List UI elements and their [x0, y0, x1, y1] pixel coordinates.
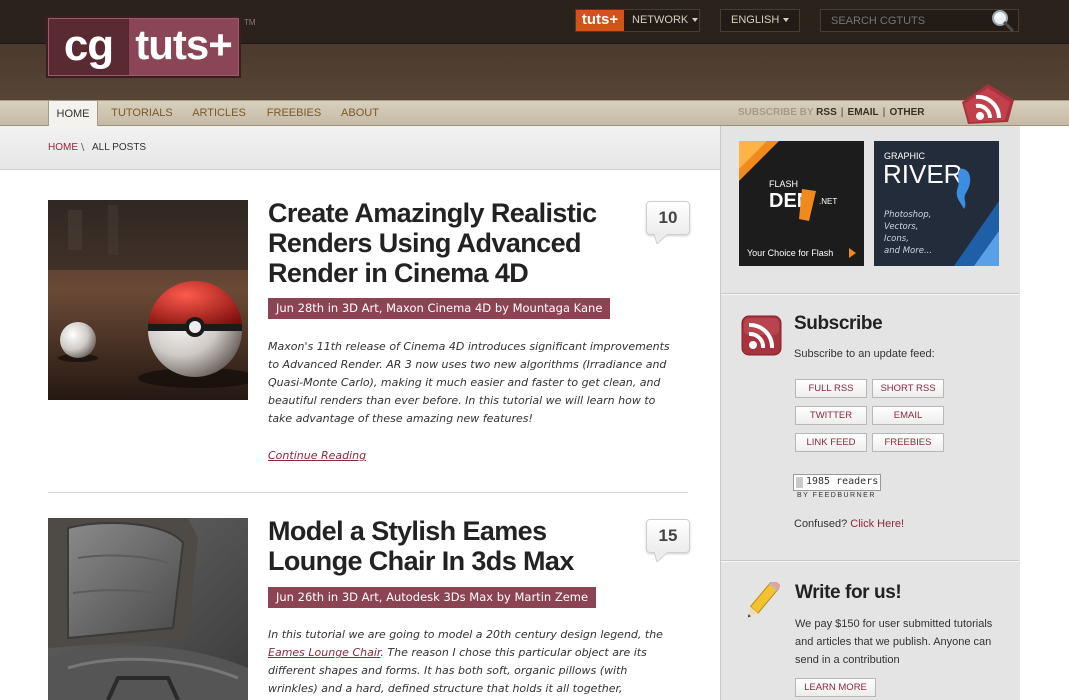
continue-reading-link[interactable]: Continue Reading [268, 449, 366, 462]
nav-tutorials[interactable]: TUTORIALS [108, 100, 176, 126]
post-excerpt: Maxon's 11th release of Cinema 4D introd… [268, 340, 670, 425]
post-meta: Jun 28th in 3D Art, Maxon Cinema 4D by M… [268, 298, 611, 319]
ad-dotnet-text: .NET [819, 197, 837, 206]
email-button[interactable]: EMAIL [872, 406, 944, 425]
ad-flash-text: FLASH [769, 179, 798, 189]
sidebar-divider [721, 294, 1019, 295]
link-feed-button[interactable]: LINK FEED [795, 433, 867, 452]
comment-count: 10 [658, 208, 678, 227]
logo-cg: cg [49, 19, 128, 75]
search-icon[interactable] [990, 8, 1014, 32]
subscribe-description: Subscribe to an update feed: [794, 348, 935, 360]
ad-line-3: Icons, [884, 234, 909, 244]
graphicriver-ad[interactable]: GRAPHIC RIVER Photoshop, Vectors, Icons,… [874, 141, 999, 266]
ad-tagline: Your Choice for Flash [747, 248, 833, 258]
network-dropdown[interactable]: tuts+ NETWORK [575, 9, 700, 32]
twitter-button[interactable]: TWITTER [795, 406, 867, 425]
network-label: NETWORK [632, 14, 689, 26]
post-excerpt: In this tutorial we are going to model a… [268, 628, 663, 695]
subscribe-by-links: SUBSCRIBE BY RSS | EMAIL | OTHER [738, 107, 925, 118]
feedburner-label: BY FEEDBURNER [797, 492, 876, 499]
breadcrumb-separator: \ [81, 142, 85, 153]
nav-articles[interactable]: ARTICLES [189, 100, 249, 126]
subscribe-by-label: SUBSCRIBE BY [738, 107, 814, 118]
post-title[interactable]: Create Amazingly Realistic Renders Using… [268, 198, 628, 288]
post-meta: Jun 26th in 3D Art, Autodesk 3Ds Max by … [268, 587, 597, 608]
search-input[interactable] [831, 10, 981, 31]
subscribe-other-link[interactable]: OTHER [889, 107, 924, 118]
tuts-plus-badge: tuts+ [576, 10, 624, 31]
ad-line-2: Vectors, [884, 222, 918, 232]
post-thumbnail-pokeball[interactable] [48, 200, 248, 400]
site-logo[interactable]: cg tuts+ [48, 18, 239, 76]
sidebar-divider [721, 561, 1019, 562]
subscribe-heading: Subscribe [794, 313, 883, 334]
ad-line-1: Photoshop, [884, 210, 931, 220]
speech-tail-icon [654, 234, 668, 244]
eames-lounge-chair-link[interactable]: Eames Lounge Chair [268, 646, 380, 659]
logo-tuts: tuts+ [129, 19, 238, 75]
full-rss-button[interactable]: FULL RSS [795, 379, 867, 398]
pencil-icon [747, 582, 780, 618]
write-for-us-description: We pay $150 for user submitted tutorials… [795, 618, 993, 666]
subscribe-rss-link[interactable]: RSS [816, 107, 837, 118]
trademark: TM [244, 18, 256, 27]
write-for-us-heading: Write for us! [795, 582, 902, 603]
post-thumbnail-lounge-chair[interactable] [48, 518, 248, 700]
confused-help: Confused? Click Here! [794, 518, 905, 530]
post-divider [48, 492, 688, 493]
learn-more-button[interactable]: LEARN MORE [795, 678, 876, 697]
ad-line-4: and More... [884, 246, 932, 256]
language-label: ENGLISH [731, 14, 780, 26]
comment-count: 15 [658, 526, 678, 545]
click-here-link[interactable]: Click Here! [850, 518, 904, 530]
chevron-down-icon [783, 18, 790, 23]
feedburner-counter[interactable]: 1985 readers [793, 474, 881, 491]
nav-freebies[interactable]: FREEBIES [263, 100, 325, 126]
flashden-ad[interactable]: FLASH DEN .NET Your Choice for Flash [739, 141, 864, 266]
reader-count: 1985 readers [806, 476, 879, 487]
breadcrumb-current: ALL POSTS [92, 142, 147, 153]
breadcrumb-home[interactable]: HOME [48, 142, 78, 153]
short-rss-button[interactable]: SHORT RSS [872, 379, 944, 398]
freebies-button[interactable]: FREEBIES [872, 433, 944, 452]
speech-tail-icon [654, 552, 668, 562]
language-dropdown[interactable]: ENGLISH [720, 9, 800, 32]
breadcrumb: HOME \ ALL POSTS [0, 126, 720, 170]
post-title[interactable]: Model a Stylish Eames Lounge Chair In 3d… [268, 516, 628, 576]
subscribe-email-link[interactable]: EMAIL [848, 107, 879, 118]
comment-count-bubble[interactable]: 10 [646, 201, 690, 245]
nav-home[interactable]: HOME [48, 100, 98, 126]
nav-about[interactable]: ABOUT [337, 100, 383, 126]
comment-count-bubble[interactable]: 15 [646, 519, 690, 563]
ad-river-text: RIVER [883, 159, 962, 189]
rss-feed-icon[interactable] [958, 82, 1016, 126]
page-margin [1020, 126, 1069, 700]
rss-icon[interactable] [741, 315, 782, 356]
chevron-down-icon [692, 18, 699, 23]
